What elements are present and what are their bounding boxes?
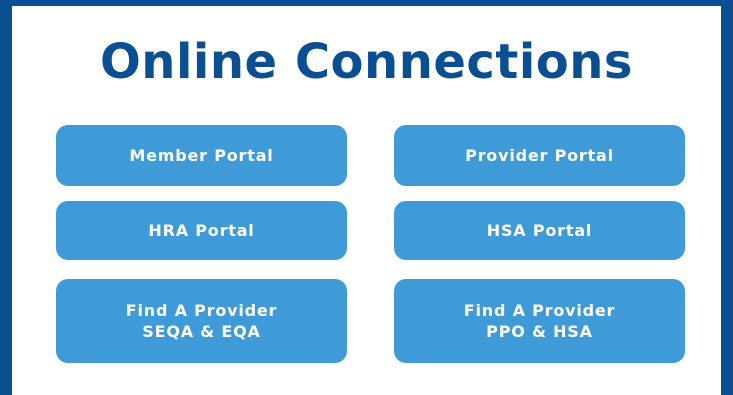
- find-provider-seqa-line2: SEQA & EQA: [142, 322, 261, 341]
- member-portal-button[interactable]: Member Portal: [56, 125, 347, 186]
- hsa-portal-button[interactable]: HSA Portal: [394, 201, 685, 260]
- find-provider-ppo-hsa-button[interactable]: Find A Provider PPO & HSA: [394, 279, 685, 363]
- hra-portal-button[interactable]: HRA Portal: [56, 201, 347, 260]
- member-portal-label: Member Portal: [129, 146, 274, 165]
- find-provider-ppo-line2: PPO & HSA: [486, 322, 593, 341]
- find-provider-seqa-eqa-button[interactable]: Find A Provider SEQA & EQA: [56, 279, 347, 363]
- provider-portal-button[interactable]: Provider Portal: [394, 125, 685, 186]
- hra-portal-label: HRA Portal: [148, 221, 255, 240]
- find-provider-ppo-line1: Find A Provider: [463, 301, 616, 320]
- page-frame: Online Connections Member Portal Provide…: [0, 0, 733, 395]
- hsa-portal-label: HSA Portal: [486, 221, 593, 240]
- page-title: Online Connections: [100, 34, 633, 90]
- provider-portal-label: Provider Portal: [465, 146, 614, 165]
- find-provider-seqa-line1: Find A Provider: [125, 301, 278, 320]
